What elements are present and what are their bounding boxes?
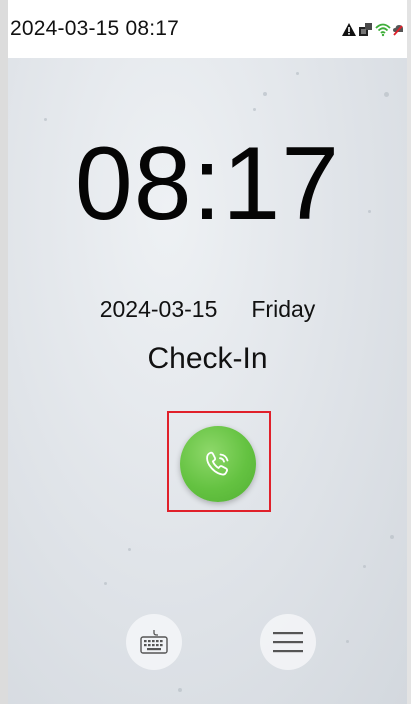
date-label: 2024-03-15 — [99, 296, 218, 322]
background-texture — [44, 118, 47, 121]
weekday-label: Friday — [251, 296, 316, 322]
keyboard-icon — [140, 630, 168, 654]
cloud-offline-icon — [393, 24, 403, 36]
background-texture — [178, 688, 182, 692]
background-texture — [128, 548, 131, 551]
background-texture — [263, 92, 267, 96]
status-icons — [341, 22, 403, 37]
background-texture — [384, 92, 389, 97]
background-texture — [390, 535, 394, 539]
status-bar: 2024-03-15 08:17 — [8, 0, 407, 58]
home-screen: 2024-03-15 08:17 08:17 2024-03-15 Friday… — [8, 0, 407, 704]
background-texture — [104, 582, 107, 585]
menu-button[interactable] — [260, 614, 316, 670]
attendance-mode-label: Check-In — [147, 342, 268, 375]
menu-icon — [273, 632, 303, 653]
wifi-icon — [375, 23, 391, 36]
keyboard-button[interactable] — [126, 614, 182, 670]
background-texture — [346, 640, 349, 643]
network-icon — [359, 22, 372, 36]
status-datetime: 2024-03-15 08:17 — [10, 17, 180, 40]
background-texture — [296, 72, 299, 75]
phone-call-icon — [206, 451, 229, 476]
date-row: 2024-03-15 Friday — [8, 296, 407, 323]
call-button[interactable] — [180, 426, 256, 502]
background-texture — [363, 565, 366, 568]
device-frame: 2024-03-15 08:17 08:17 2024-03-15 Friday… — [0, 0, 411, 704]
clock-display: 08:17 — [74, 126, 341, 242]
background-texture — [253, 108, 256, 111]
warning-icon — [342, 22, 356, 36]
